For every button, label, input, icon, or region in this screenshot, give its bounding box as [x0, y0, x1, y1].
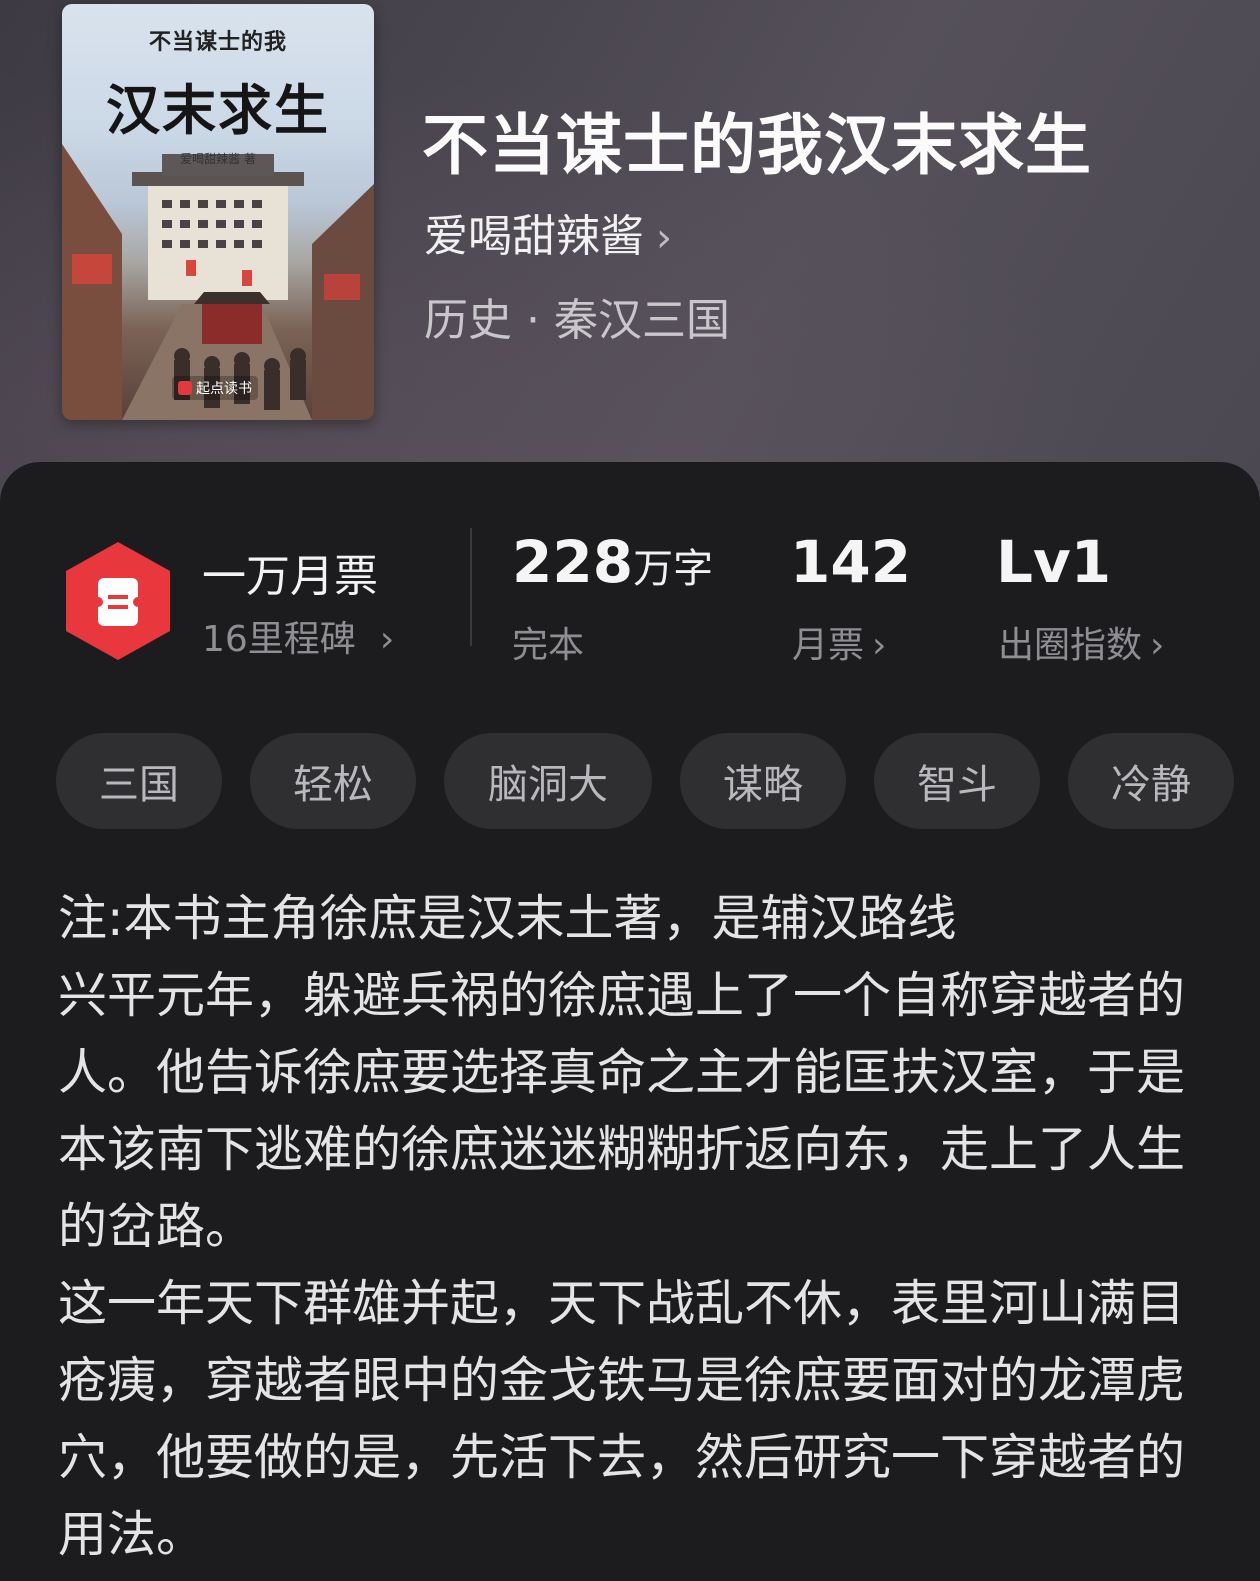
chevron-right-icon: › — [1150, 625, 1165, 666]
cover-publisher-badge: 起点读书 — [172, 376, 258, 400]
milestone-link[interactable]: 16里程碑 › — [202, 610, 394, 662]
circle-index-link[interactable]: 出圈指数 › — [998, 616, 1164, 668]
tag-chip[interactable]: 三国 — [56, 733, 222, 829]
circle-index-label: 出圈指数 — [998, 625, 1143, 666]
monthly-ticket-number: 142 — [790, 528, 912, 596]
word-count: 228万字 — [512, 528, 713, 596]
word-count-unit: 万字 — [633, 546, 714, 592]
description-paragraph: 兴平元年，躲避兵祸的徐庶遇上了一个自称穿越者的人。他告诉徐庶要选择真命之主才能匡… — [58, 967, 1186, 1255]
chevron-right-icon: › — [379, 619, 395, 660]
cover-author: 爱喝甜辣酱 著 — [180, 152, 256, 166]
tag-chip[interactable]: 脑洞大 — [444, 733, 652, 829]
circle-index: Lv1 — [996, 528, 1111, 596]
monthly-ticket-link[interactable]: 月票 › — [792, 616, 886, 668]
book-cover[interactable]: 不当谋士的我 汉末求生 爱喝甜辣酱 著 起点读书 — [62, 4, 374, 420]
book-title: 不当谋士的我汉末求生 — [422, 107, 1092, 184]
circle-index-level: Lv1 — [996, 528, 1112, 596]
book-description: 注:本书主角徐庶是汉末土著，是辅汉路线 兴平元年，躲避兵祸的徐庶遇上了一个自称穿… — [58, 880, 1208, 1573]
completion-status: 完本 — [512, 625, 585, 666]
description-note: 注:本书主角徐庶是汉末土著，是辅汉路线 — [58, 890, 957, 947]
monthly-ticket-label: 月票 — [792, 625, 865, 666]
author-name: 爱喝甜辣酱 — [424, 211, 644, 262]
chevron-right-icon: › — [656, 215, 672, 261]
ticket-hexagon-icon[interactable] — [62, 540, 174, 662]
book-category: 历史 · 秦汉三国 — [424, 295, 730, 346]
milestone-title: 一万月票 — [202, 551, 378, 602]
description-paragraph: 这一年天下群雄并起，天下战乱不休，表里河山满目疮痍，穿越者眼中的金戈铁马是徐庶要… — [58, 1275, 1186, 1563]
cover-small-title: 不当谋士的我 — [148, 30, 287, 55]
publisher-logo-icon — [178, 381, 192, 395]
chevron-right-icon: › — [872, 625, 887, 666]
stats-divider — [470, 528, 472, 646]
milestone-subtitle: 16里程碑 — [202, 619, 356, 660]
tag-chip[interactable]: 冷静 — [1068, 733, 1234, 829]
monthly-ticket-count: 142 — [790, 528, 911, 596]
cover-big-title: 汉末求生 — [106, 79, 330, 142]
word-count-number: 228 — [512, 528, 634, 596]
tag-chip[interactable]: 谋略 — [680, 733, 846, 829]
publisher-name: 起点读书 — [196, 381, 252, 397]
tag-list: 三国 轻松 脑洞大 谋略 智斗 冷静 — [56, 733, 1260, 829]
tag-chip[interactable]: 轻松 — [250, 733, 416, 829]
tag-chip[interactable]: 智斗 — [874, 733, 1040, 829]
author-link[interactable]: 爱喝甜辣酱 › — [424, 200, 672, 264]
